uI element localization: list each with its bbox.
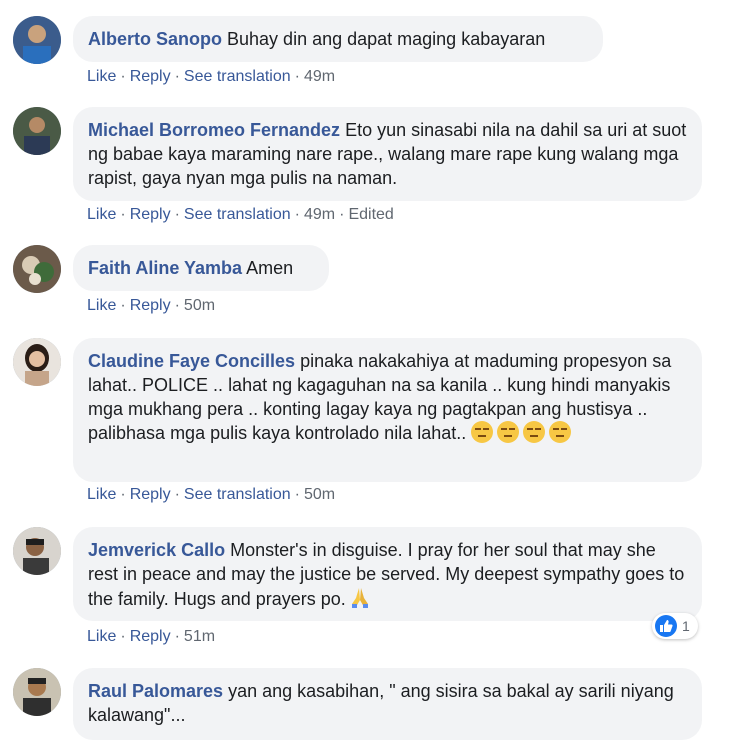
see-translation-link[interactable]: See translation: [184, 486, 291, 503]
comment-bubble: Alberto Sanopo Buhay din ang dapat magin…: [73, 16, 603, 62]
reaction-count-text: 1: [682, 618, 690, 634]
see-translation-link[interactable]: See translation: [184, 68, 291, 85]
reply-link[interactable]: Reply: [130, 486, 171, 503]
comment-text: Buhay din ang dapat maging kabayaran: [227, 29, 546, 49]
comment-author[interactable]: Alberto Sanopo: [88, 29, 222, 49]
comment-author[interactable]: Jemverick Callo: [88, 540, 225, 560]
see-translation-link[interactable]: See translation: [184, 206, 291, 223]
comment-author[interactable]: Raul Palomares: [88, 681, 223, 701]
comment-bubble: Claudine Faye Concilles pinaka nakakahiy…: [73, 338, 702, 482]
avatar[interactable]: [13, 338, 61, 386]
avatar[interactable]: [13, 107, 61, 155]
reaction-count[interactable]: 1: [652, 613, 698, 639]
comment-author[interactable]: Faith Aline Yamba: [88, 258, 242, 278]
comment-bubble: Michael Borromeo Fernandez Eto yun sinas…: [73, 107, 702, 201]
comment-actions: Like · Reply · 51m: [87, 628, 216, 645]
comment-actions: Like · Reply · 50m: [87, 297, 216, 314]
avatar[interactable]: [13, 16, 61, 64]
avatar[interactable]: [13, 527, 61, 575]
unamused-face-icon: [523, 421, 546, 443]
comment-actions: Like · Reply · See translation · 50m: [87, 486, 336, 503]
comment-author[interactable]: Claudine Faye Concilles: [88, 351, 295, 371]
comment-bubble: Raul Palomares yan ang kasabihan, " ang …: [73, 668, 702, 740]
comment-timestamp[interactable]: 49m: [304, 68, 335, 85]
comment-text: Amen: [246, 258, 294, 278]
comment-timestamp[interactable]: 49m: [304, 206, 335, 223]
avatar[interactable]: [13, 668, 61, 716]
comment-actions: Like · Reply · See translation · 49m: [87, 68, 336, 85]
like-link[interactable]: Like: [87, 486, 116, 503]
reply-link[interactable]: Reply: [130, 68, 171, 85]
reply-link[interactable]: Reply: [130, 297, 171, 314]
unamused-face-icon: [471, 421, 494, 443]
avatar[interactable]: [13, 245, 61, 293]
comment-bubble: Faith Aline Yamba Amen: [73, 245, 329, 291]
folded-hands-icon: [351, 588, 368, 608]
like-link[interactable]: Like: [87, 297, 116, 314]
like-reaction-icon: [655, 615, 677, 637]
comment-bubble: Jemverick Callo Monster's in disguise. I…: [73, 527, 702, 621]
reply-link[interactable]: Reply: [130, 206, 171, 223]
reply-link[interactable]: Reply: [130, 628, 171, 645]
comment-timestamp[interactable]: 50m: [184, 297, 215, 314]
comment-author[interactable]: Michael Borromeo Fernandez: [88, 120, 340, 140]
comment-timestamp[interactable]: 51m: [184, 628, 215, 645]
like-link[interactable]: Like: [87, 68, 116, 85]
unamused-face-icon: [497, 421, 520, 443]
like-link[interactable]: Like: [87, 206, 116, 223]
like-link[interactable]: Like: [87, 628, 116, 645]
edited-label[interactable]: Edited: [348, 206, 393, 223]
comment-actions: Like · Reply · See translation · 49m · Edited: [87, 206, 394, 223]
unamused-face-icon: [549, 421, 572, 443]
comment-timestamp[interactable]: 50m: [304, 486, 335, 503]
